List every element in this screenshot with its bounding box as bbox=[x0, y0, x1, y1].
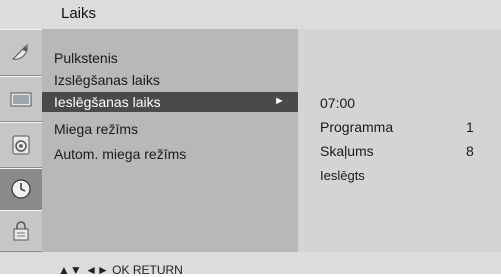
navigation-hint: ▲▼ ◄► OK RETURN bbox=[58, 263, 183, 277]
header-bar: Laiks bbox=[0, 0, 501, 29]
menu-title: Laiks bbox=[61, 5, 97, 22]
bottom-hint-bar: ▲▼ ◄► OK RETURN bbox=[0, 252, 501, 277]
tv-screen-icon bbox=[10, 92, 32, 107]
menu-item-on-time[interactable]: Ieslēgšanas laiks bbox=[54, 94, 161, 110]
rail-tile-audio[interactable] bbox=[0, 122, 42, 168]
volume-value[interactable]: 8 bbox=[466, 143, 474, 159]
on-time-state[interactable]: Ieslēgts bbox=[320, 168, 365, 183]
clock-icon bbox=[11, 179, 31, 199]
rail-tile-lock[interactable] bbox=[0, 210, 42, 252]
satellite-dish-icon bbox=[11, 43, 28, 60]
speaker-icon bbox=[12, 135, 30, 155]
on-time-detail-panel: 07:00 Programma 1 Skaļums 8 Ieslēgts bbox=[298, 29, 501, 252]
submenu-arrow-icon: ► bbox=[274, 95, 285, 107]
rail-tile-channel[interactable] bbox=[0, 29, 42, 76]
program-label: Programma bbox=[320, 119, 394, 135]
lock-icon bbox=[13, 221, 29, 241]
menu-item-auto-sleep[interactable]: Autom. miega režīms bbox=[54, 146, 186, 162]
on-time-value[interactable]: 07:00 bbox=[320, 95, 355, 111]
rail-tile-picture[interactable] bbox=[0, 76, 42, 122]
category-rail bbox=[0, 29, 42, 252]
program-value[interactable]: 1 bbox=[466, 119, 474, 135]
menu-item-off-time[interactable]: Izslēgšanas laiks bbox=[54, 72, 160, 88]
time-menu-panel: Pulkstenis Izslēgšanas laiks Ieslēgšanas… bbox=[42, 29, 298, 252]
volume-label: Skaļums bbox=[320, 143, 374, 159]
rail-tile-time[interactable] bbox=[0, 168, 42, 210]
menu-item-sleep[interactable]: Miega režīms bbox=[54, 121, 138, 137]
menu-item-clock[interactable]: Pulkstenis bbox=[54, 50, 118, 66]
